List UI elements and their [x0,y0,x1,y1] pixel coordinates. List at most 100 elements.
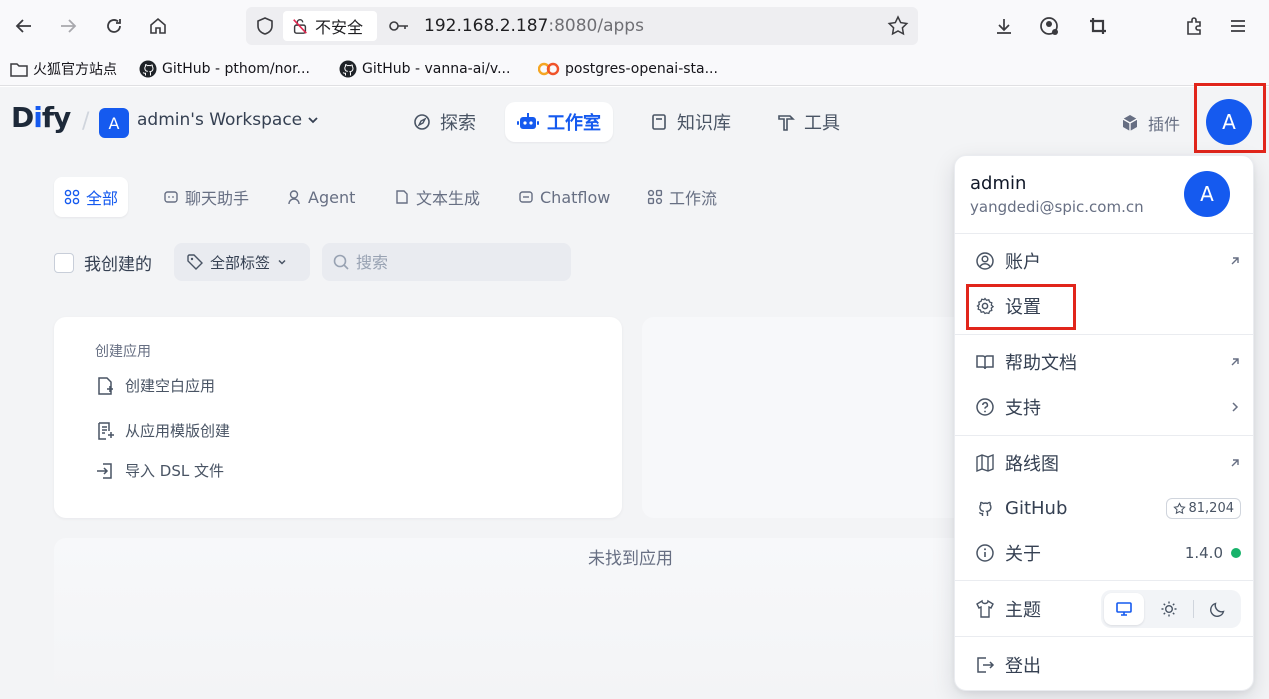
search-field[interactable] [322,243,571,281]
plugins-button[interactable]: 插件 [1120,111,1180,135]
create-app-title: 创建应用 [95,344,151,360]
tab-workflow[interactable]: 工作流 [637,177,727,217]
tab-label: Agent [308,187,356,207]
theme-dark-button[interactable] [1198,593,1238,625]
crop-extension-button[interactable] [1082,10,1114,42]
monitor-icon [1116,602,1132,616]
co-logo-icon [538,62,560,76]
back-button[interactable] [8,10,40,42]
forward-button[interactable] [52,10,84,42]
bookmark-label: 火狐官方站点 [33,62,117,78]
external-link-icon [1231,459,1239,467]
permissions-key-icon[interactable] [388,17,410,35]
robot-icon [517,113,539,129]
menu-item-about[interactable]: 关于 1.4.0 [975,533,1241,573]
url-bar[interactable]: 不安全 192.168.2.187:8080/apps [246,7,918,45]
search-input[interactable] [356,252,556,272]
external-link-icon [1231,257,1239,265]
logout-icon [977,657,995,673]
checkbox-box[interactable] [54,252,74,273]
empty-state-text: 未找到应用 [588,549,673,569]
document-icon [396,190,408,204]
created-by-me-checkbox[interactable]: 我创建的 [54,250,152,275]
workspace-separator: / [82,109,90,134]
divider [955,334,1253,335]
menu-item-label: GitHub [1005,497,1068,519]
tab-text-generation[interactable]: 文本生成 [384,177,490,217]
tab-chatflow[interactable]: Chatflow [508,177,620,217]
nav-tools[interactable]: 工具 [764,102,852,142]
tab-agent[interactable]: Agent [276,177,365,217]
github-icon [339,60,357,78]
divider [955,435,1253,436]
extensions-button[interactable] [1178,10,1210,42]
reload-button[interactable] [98,10,130,42]
bookmark-item-2[interactable]: GitHub - vanna-ai/v... [339,59,510,79]
menu-item-support[interactable]: 支持 [975,387,1241,427]
create-from-template-button[interactable]: 从应用模版创建 [95,420,230,441]
reload-icon [107,19,121,33]
insecure-label: 不安全 [315,18,364,37]
account-dropdown-menu: admin yangdedi@spic.com.cn A 账户 设置 帮助文档 … [954,155,1254,691]
menu-item-label: 账户 [1005,252,1041,273]
menu-button[interactable] [1222,10,1254,42]
create-app-card: 创建应用 创建空白应用 从应用模版创建 导入 DSL 文件 [54,317,622,518]
create-item-label: 从应用模版创建 [125,422,231,440]
import-dsl-button[interactable]: 导入 DSL 文件 [95,460,224,481]
menu-item-logout[interactable]: 登出 [975,645,1241,685]
shield-icon[interactable] [255,16,275,36]
nav-explore[interactable]: 探索 [400,102,488,142]
workspace-avatar[interactable]: A [99,108,129,138]
home-icon [150,17,166,34]
menu-item-theme: 主题 [975,589,1241,629]
logo-i: i [33,101,43,134]
insecure-connection-chip[interactable]: 不安全 [283,11,377,41]
github-icon [139,60,157,78]
workflow-icon [647,189,663,205]
bookmark-item-3[interactable]: postgres-openai-sta... [538,59,718,79]
nav-knowledge[interactable]: 知识库 [637,102,743,142]
theme-separator [1192,600,1194,618]
home-button[interactable] [142,10,174,42]
menu-item-roadmap[interactable]: 路线图 [975,443,1241,483]
crop-icon [1090,18,1106,34]
github-icon [978,501,992,516]
arrow-left-icon [15,19,31,33]
tab-all[interactable]: 全部 [54,177,129,217]
downloads-button[interactable] [988,10,1020,42]
divider [955,580,1253,581]
cube-icon [1122,115,1138,131]
bookmark-item-1[interactable]: GitHub - pthom/nor... [139,59,310,79]
theme-light-button[interactable] [1148,593,1188,625]
search-icon [333,254,349,270]
dropdown-user-avatar: A [1184,171,1230,217]
bookmark-star-icon[interactable] [887,15,909,37]
bookmark-item-0[interactable]: 火狐官方站点 [10,59,117,79]
broken-lock-icon [293,19,307,34]
template-icon [98,421,114,440]
placeholder-card [642,317,982,518]
nav-studio[interactable]: 工作室 [505,102,613,142]
moon-icon [1209,602,1225,617]
create-blank-app-button[interactable]: 创建空白应用 [95,375,215,396]
nav-label: 知识库 [677,113,731,134]
external-link-icon [1231,358,1239,366]
workspace-switcher[interactable]: admin's Workspace [137,110,320,130]
theme-system-button[interactable] [1104,593,1145,625]
url-text[interactable]: 192.168.2.187:8080/apps [424,16,644,36]
dify-logo[interactable]: Dify [11,101,71,134]
logo-d: D [11,101,34,134]
tab-chat-assistant[interactable]: 聊天助手 [153,177,259,217]
menu-item-github[interactable]: GitHub 81,204 [975,488,1241,528]
nav-label: 探索 [440,113,476,134]
hamburger-icon [1231,20,1245,32]
divider [955,233,1253,234]
chatflow-icon [519,191,533,203]
tag-filter-select[interactable]: 全部标签 [174,243,310,281]
menu-item-help-docs[interactable]: 帮助文档 [975,342,1241,382]
menu-item-account[interactable]: 账户 [975,241,1241,281]
dropdown-user-email: yangdedi@spic.com.cn [970,198,1144,216]
hammer-icon [778,115,795,131]
account-button[interactable] [1033,10,1065,42]
browser-toolbar: 不安全 192.168.2.187:8080/apps [0,0,1269,52]
